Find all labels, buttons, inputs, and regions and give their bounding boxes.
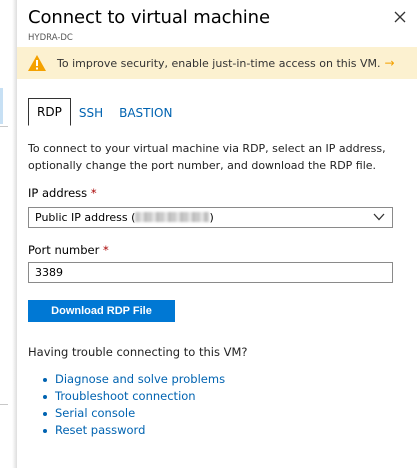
close-icon[interactable] <box>393 10 407 24</box>
bullet <box>43 411 47 416</box>
diagnose-link[interactable]: Diagnose and solve problems <box>55 371 225 388</box>
tab-ssh[interactable]: SSH <box>71 100 111 126</box>
banner-text: To improve security, enable just-in-time… <box>57 56 381 70</box>
connect-vm-blade: Connect to virtual machine HYDRA-DC To i… <box>16 0 417 468</box>
tab-rdp[interactable]: RDP <box>28 98 71 126</box>
required-marker: * <box>103 243 109 257</box>
blade-title: Connect to virtual machine <box>28 7 270 28</box>
list-item: Reset password <box>43 422 225 439</box>
port-number-label-text: Port number <box>28 243 100 257</box>
rdp-description: To connect to your virtual machine via R… <box>28 142 386 172</box>
background-blade-edge <box>0 0 16 468</box>
bullet <box>43 377 47 382</box>
trouble-heading: Having trouble connecting to this VM? <box>28 345 248 359</box>
ip-address-label-text: IP address <box>28 186 88 200</box>
required-marker: * <box>90 186 97 200</box>
help-links: Diagnose and solve problems Troubleshoot… <box>43 371 225 439</box>
ip-address-select[interactable]: Public IP address () <box>28 207 393 228</box>
background-selected-row <box>0 88 3 124</box>
reset-password-link[interactable]: Reset password <box>55 422 145 439</box>
serial-console-link[interactable]: Serial console <box>55 405 135 422</box>
list-item: Troubleshoot connection <box>43 388 225 405</box>
download-rdp-button[interactable]: Download RDP File <box>28 300 175 322</box>
list-item: Diagnose and solve problems <box>43 371 225 388</box>
bullet <box>43 394 47 399</box>
background-divider <box>0 126 8 127</box>
blade-subtitle: HYDRA-DC <box>28 33 73 43</box>
connection-tabs: RDP SSH BASTION <box>28 98 180 126</box>
warning-icon <box>28 55 46 71</box>
list-item: Serial console <box>43 405 225 422</box>
background-divider <box>0 404 8 405</box>
port-number-input[interactable] <box>28 262 393 283</box>
troubleshoot-link[interactable]: Troubleshoot connection <box>55 388 196 405</box>
bullet <box>43 428 47 433</box>
ip-select-value-suffix: ) <box>209 211 214 224</box>
ip-select-value-prefix: Public IP address ( <box>35 211 136 224</box>
arrow-right-icon: → <box>384 56 395 70</box>
ip-address-label: IP address * <box>28 186 97 200</box>
tab-bastion[interactable]: BASTION <box>111 100 180 126</box>
port-number-label: Port number * <box>28 243 109 257</box>
redacted-ip <box>135 212 210 222</box>
jit-warning-banner[interactable]: To improve security, enable just-in-time… <box>17 47 417 79</box>
chevron-down-icon <box>373 213 385 221</box>
